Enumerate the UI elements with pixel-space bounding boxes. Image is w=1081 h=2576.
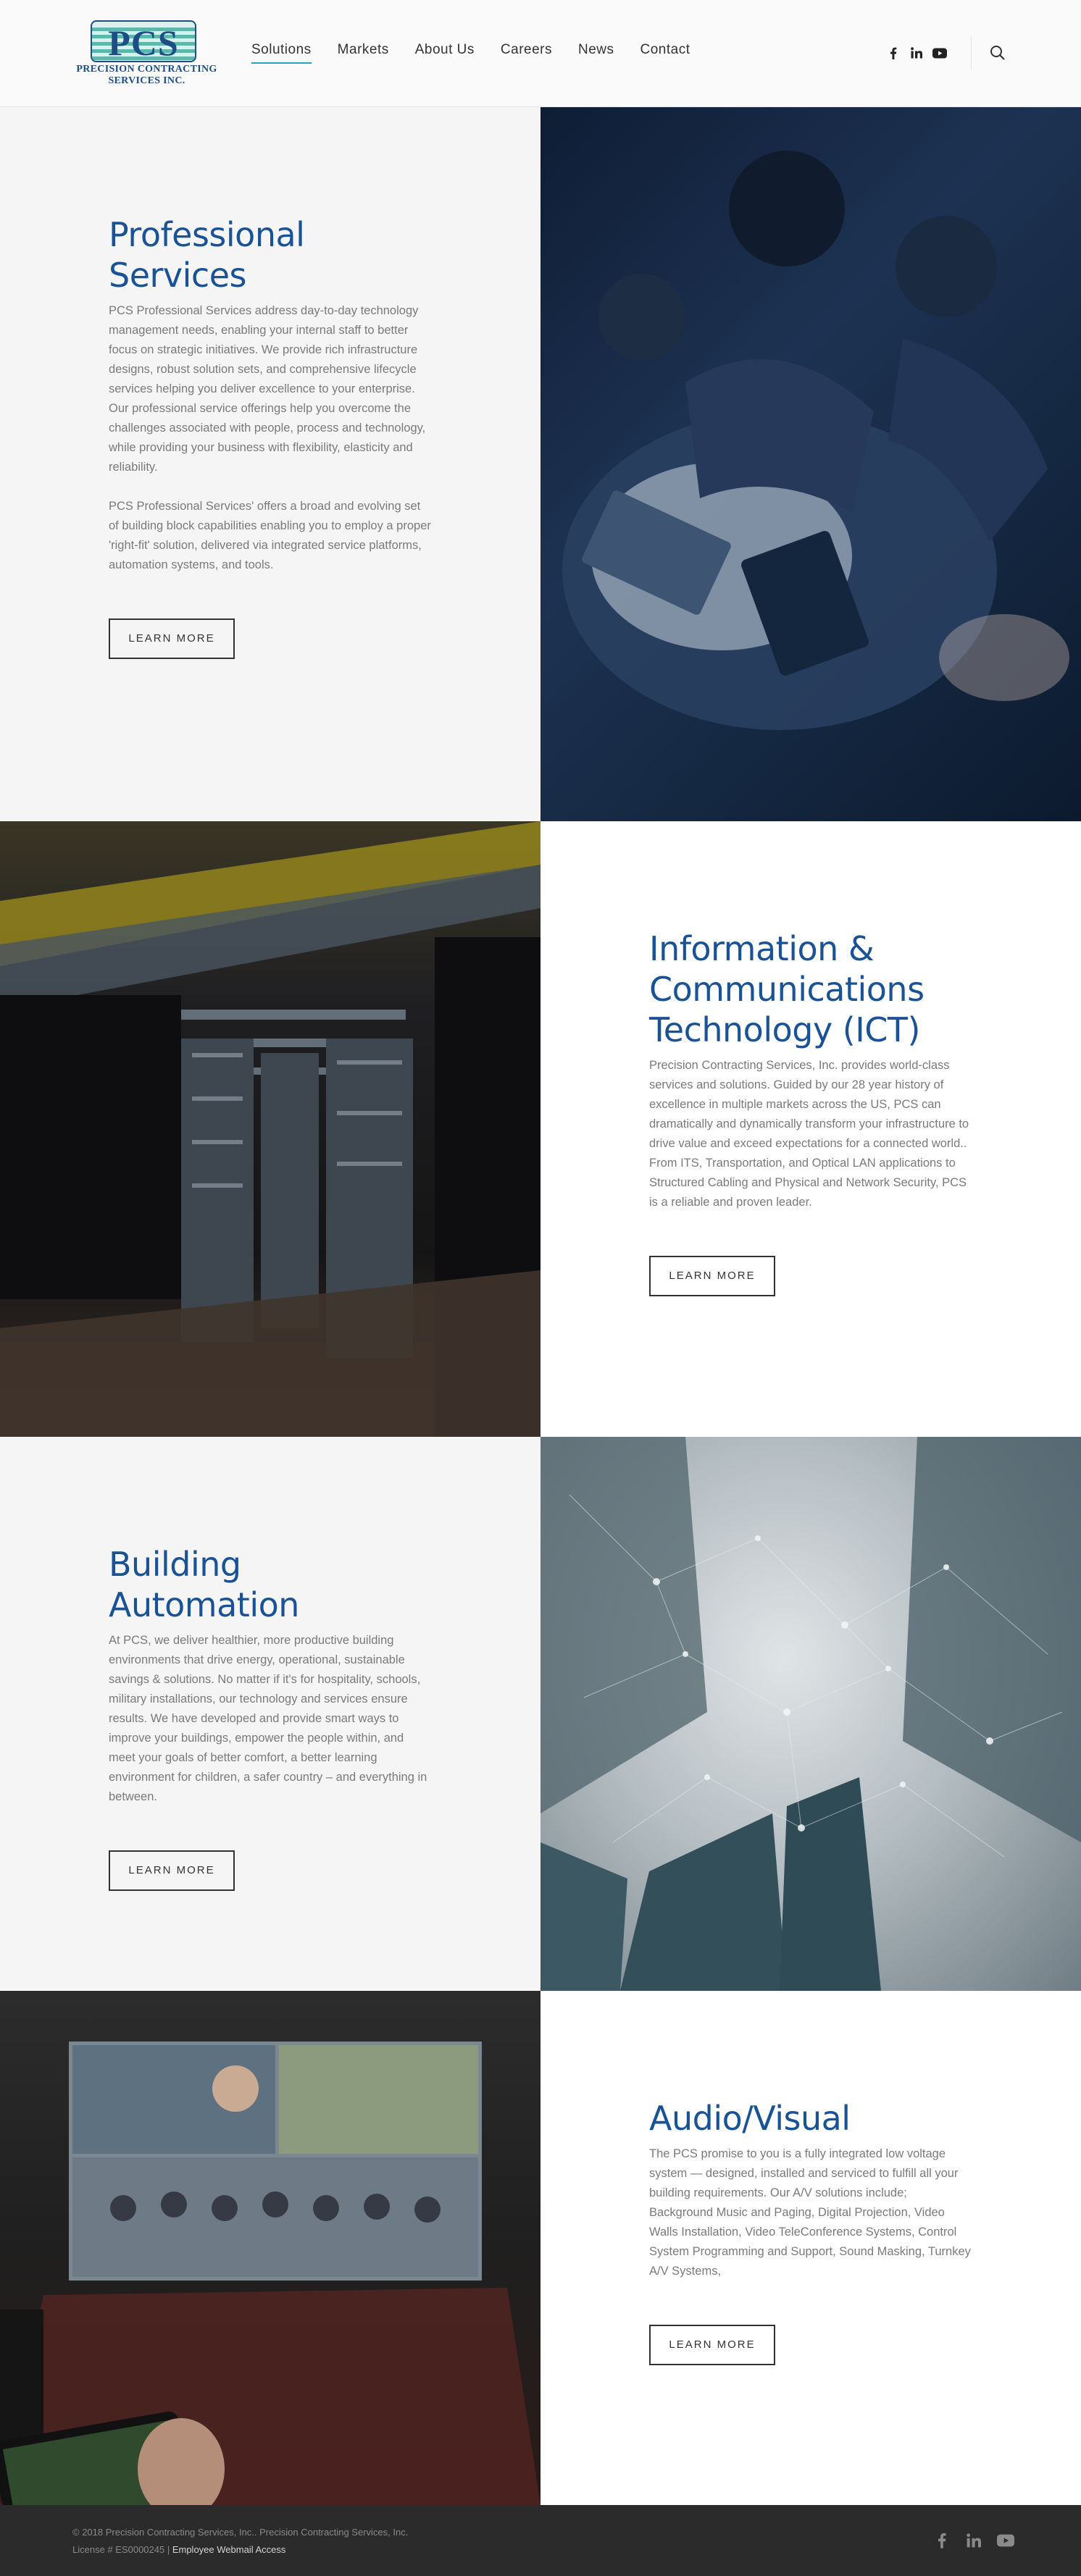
main-nav: Solutions Markets About Us Careers News … (251, 42, 716, 64)
nav-solutions[interactable]: Solutions (251, 42, 312, 64)
header-divider (971, 36, 972, 70)
skyscraper-network-photo (540, 1437, 1081, 1991)
audio-visual-learn-more-button[interactable]: LEARN MORE (649, 2325, 775, 2365)
video-conference-photo (0, 1991, 540, 2505)
search-icon[interactable] (990, 45, 1007, 62)
ict-learn-more-button[interactable]: LEARN MORE (649, 1256, 775, 1296)
logo-line-1: PRECISION CONTRACTING (76, 64, 217, 75)
footer-copyright: © 2018 Precision Contracting Services, I… (72, 2527, 409, 2538)
nav-markets[interactable]: Markets (338, 42, 389, 58)
building-automation-learn-more-button[interactable]: LEARN MORE (109, 1850, 235, 1891)
logo-line-2: SERVICES INC. (108, 75, 185, 86)
building-automation-text-1: At PCS, we deliver healthier, more produ… (109, 1634, 427, 1803)
professional-services-title: Professional Services (109, 215, 305, 295)
server-room-photo (0, 821, 540, 1437)
footer-social (932, 2531, 1028, 2550)
audio-visual-panel: Audio/Visual The PCS promise to you is a… (540, 1991, 1081, 2505)
section-building-automation: Building Automation At PCS, we deliver h… (0, 1437, 1081, 1991)
ict-title: Information & Communications Technology (I… (649, 929, 925, 1049)
footer-license-line: License # ES0000245 | Employee Webmail A… (72, 2544, 285, 2555)
business-meeting-photo (540, 107, 1081, 821)
professional-services-panel: Professional Services PCS Professional Se… (0, 107, 540, 821)
nav-about-us[interactable]: About Us (415, 42, 475, 58)
footer-youtube-icon[interactable] (996, 2531, 1015, 2550)
professional-services-learn-more-button[interactable]: LEARN MORE (109, 618, 235, 659)
section-audio-visual: Audio/Visual The PCS promise to you is a… (0, 1991, 1081, 2505)
ict-text-1: Precision Contracting Services, Inc. pro… (649, 1059, 969, 1209)
site-header: PCS PRECISION CONTRACTING SERVICES INC. … (0, 0, 1081, 107)
pcs-logo[interactable]: PCS PRECISION CONTRACTING SERVICES INC. (72, 20, 221, 87)
header-social (885, 45, 955, 61)
ict-panel: Information & Communications Technology (I… (540, 821, 1081, 1437)
audio-visual-text-1: The PCS promise to you is a fully integr… (649, 2147, 971, 2278)
footer-license: License # ES0000245 (72, 2544, 165, 2555)
employee-webmail-link[interactable]: Employee Webmail Access (172, 2544, 286, 2555)
footer-separator: | (164, 2544, 172, 2555)
facebook-icon[interactable] (885, 45, 901, 61)
professional-services-text-2: PCS Professional Services' offers a broa… (109, 500, 431, 571)
nav-news[interactable]: News (578, 42, 614, 58)
building-automation-title: Building Automation (109, 1545, 299, 1624)
nav-careers[interactable]: Careers (501, 42, 552, 58)
section-professional-services: Professional Services PCS Professional Se… (0, 107, 1081, 821)
nav-contact[interactable]: Contact (640, 42, 690, 58)
site-footer: © 2018 Precision Contracting Services, I… (0, 2505, 1081, 2576)
logo-badge: PCS (91, 20, 196, 62)
logo-letters: PCS (108, 22, 179, 62)
section-ict: Information & Communications Technology (I… (0, 821, 1081, 1437)
linkedin-icon[interactable] (909, 45, 925, 61)
footer-facebook-icon[interactable] (932, 2531, 951, 2550)
audio-visual-title: Audio/Visual (649, 2099, 851, 2138)
professional-services-text-1: PCS Professional Services address day-to… (109, 304, 426, 474)
youtube-icon[interactable] (932, 45, 948, 61)
footer-linkedin-icon[interactable] (964, 2531, 983, 2550)
building-automation-panel: Building Automation At PCS, we deliver h… (0, 1437, 540, 1991)
